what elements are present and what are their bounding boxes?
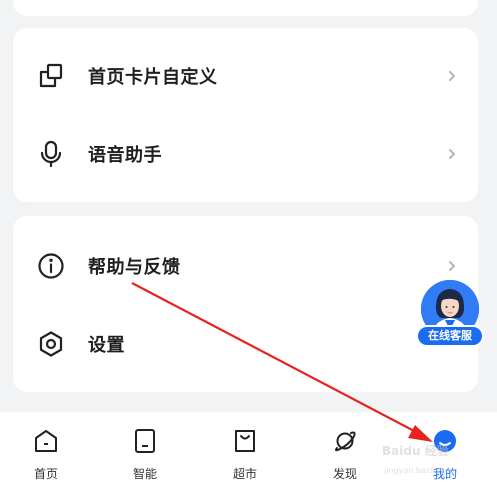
home-icon: [35, 430, 57, 452]
tab-discover[interactable]: 发现: [315, 412, 375, 487]
online-service-label: 在线客服: [416, 325, 484, 347]
tab-label: 发现: [332, 467, 357, 481]
top-card-partial: [13, 0, 478, 16]
menu-item-settings[interactable]: 设置: [13, 314, 478, 374]
menu-item-voice-assistant[interactable]: 语音助手: [13, 124, 478, 184]
watermark-url: jingyan.baidu.com: [384, 466, 458, 475]
menu-item-help-feedback[interactable]: 帮助与反馈: [13, 236, 478, 296]
tab-smart[interactable]: 智能: [115, 412, 175, 487]
watermark-text: Baidu 经验: [382, 444, 449, 458]
card-customize-icon: [37, 62, 65, 90]
tab-label: 超市: [232, 467, 257, 481]
chevron-right-icon: [449, 149, 455, 159]
tab-label: 智能: [132, 467, 157, 481]
tab-label: 首页: [33, 467, 58, 481]
planet-icon: [335, 431, 356, 452]
shopping-bag-icon: [235, 430, 255, 452]
menu-item-label: 语音助手: [88, 145, 162, 166]
online-service-button[interactable]: 在线客服: [415, 280, 485, 350]
chevron-right-icon: [449, 71, 455, 81]
menu-item-label: 帮助与反馈: [88, 257, 181, 278]
menu-card-2: 帮助与反馈 设置: [13, 216, 478, 392]
menu-card-1: 首页卡片自定义 语音助手: [13, 28, 478, 202]
info-icon: [37, 252, 65, 280]
menu-item-label: 首页卡片自定义: [88, 67, 218, 88]
baidu-jingyan-watermark: Baidu 经验 jingyan.baidu.com: [382, 440, 492, 480]
menu-item-card-customize[interactable]: 首页卡片自定义: [13, 46, 478, 106]
microphone-icon: [37, 140, 65, 168]
device-icon: [135, 429, 155, 453]
tab-home[interactable]: 首页: [16, 412, 76, 487]
chevron-right-icon: [449, 261, 455, 271]
tab-supermarket[interactable]: 超市: [215, 412, 275, 487]
settings-hexagon-icon: [37, 330, 65, 358]
menu-item-label: 设置: [88, 335, 125, 356]
